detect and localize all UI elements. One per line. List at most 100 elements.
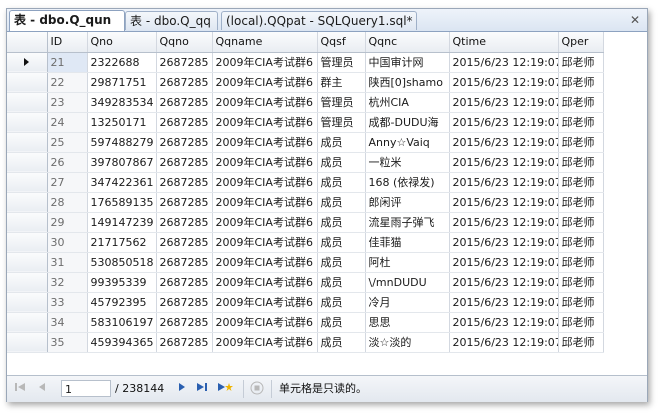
cell-id[interactable]: 23 — [47, 92, 88, 113]
cell-qqno[interactable]: 2687285 — [156, 312, 213, 333]
next-record-icon[interactable] — [175, 381, 189, 397]
cell-qqname[interactable]: 2009年CIA考试群6 — [212, 292, 318, 313]
cell-qqname[interactable]: 2009年CIA考试群6 — [212, 112, 318, 133]
cell-qno[interactable]: 397807867 — [87, 152, 157, 173]
cell-qqnc[interactable]: 郎闲评 — [365, 192, 450, 213]
cell-qno[interactable]: 530850518 — [87, 252, 157, 273]
cell-id[interactable]: 33 — [47, 292, 88, 313]
cell-qqnc[interactable]: 陕西[0]shamo — [365, 72, 450, 93]
cell-qper[interactable]: 邱老师 — [558, 172, 604, 193]
table-row[interactable]: 33 45792395 2687285 2009年CIA考试群6 成员 冷月 2015/6/… — [7, 292, 604, 313]
cell-qqsf[interactable]: 成员 — [317, 172, 366, 193]
cell-qqname[interactable]: 2009年CIA考试群6 — [212, 152, 318, 173]
cell-qtime[interactable]: 2015/6/23 12:19:07 — [449, 152, 559, 173]
cell-qper[interactable]: 邱老师 — [558, 72, 604, 93]
row-selector[interactable] — [7, 72, 48, 93]
row-selector[interactable] — [7, 212, 48, 233]
cell-qper[interactable]: 邱老师 — [558, 212, 604, 233]
cell-qqsf[interactable]: 成员 — [317, 192, 366, 213]
select-all-corner[interactable] — [7, 32, 48, 53]
row-selector[interactable] — [7, 252, 48, 273]
cell-qqno[interactable]: 2687285 — [156, 172, 213, 193]
cell-qqname[interactable]: 2009年CIA考试群6 — [212, 332, 318, 353]
row-selector[interactable] — [7, 292, 48, 313]
cell-qqsf[interactable]: 成员 — [317, 332, 366, 353]
cell-qqname[interactable]: 2009年CIA考试群6 — [212, 132, 318, 153]
cell-qqsf[interactable]: 成员 — [317, 272, 366, 293]
cell-qqname[interactable]: 2009年CIA考试群6 — [212, 312, 318, 333]
cell-id[interactable]: 24 — [47, 112, 88, 133]
column-header-qper[interactable]: Qper — [558, 32, 604, 53]
cell-qno[interactable]: 29871751 — [87, 72, 157, 93]
column-header-qqno[interactable]: Qqno — [156, 32, 213, 53]
cell-qqnc[interactable]: \/mnDUDU — [365, 272, 450, 293]
cell-qqno[interactable]: 2687285 — [156, 232, 213, 253]
cell-qqsf[interactable]: 管理员 — [317, 92, 366, 113]
cell-qtime[interactable]: 2015/6/23 12:19:07 — [449, 312, 559, 333]
cell-qqname[interactable]: 2009年CIA考试群6 — [212, 72, 318, 93]
cell-qqsf[interactable]: 成员 — [317, 292, 366, 313]
cell-qno[interactable]: 99395339 — [87, 272, 157, 293]
cell-qqname[interactable]: 2009年CIA考试群6 — [212, 272, 318, 293]
cell-id[interactable]: 34 — [47, 312, 88, 333]
cell-qqsf[interactable]: 成员 — [317, 232, 366, 253]
cell-qqno[interactable]: 2687285 — [156, 292, 213, 313]
cell-qno[interactable]: 2322688 — [87, 52, 157, 73]
tab-sqlquery1[interactable]: (local).QQpat - SQLQuery1.sql* — [221, 11, 417, 30]
cell-qqnc[interactable]: 思思 — [365, 312, 450, 333]
cell-qqname[interactable]: 2009年CIA考试群6 — [212, 192, 318, 213]
cell-qper[interactable]: 邱老师 — [558, 332, 604, 353]
cell-qqsf[interactable]: 成员 — [317, 312, 366, 333]
cell-qtime[interactable]: 2015/6/23 12:19:07 — [449, 332, 559, 353]
cell-qtime[interactable]: 2015/6/23 12:19:07 — [449, 52, 559, 73]
cell-qper[interactable]: 邱老师 — [558, 52, 604, 73]
cell-id[interactable]: 21 — [47, 52, 88, 73]
cell-qtime[interactable]: 2015/6/23 12:19:07 — [449, 192, 559, 213]
cell-qqnc[interactable]: 佳菲猫 — [365, 232, 450, 253]
column-header-qqsf[interactable]: Qqsf — [317, 32, 366, 53]
cell-qtime[interactable]: 2015/6/23 12:19:07 — [449, 212, 559, 233]
row-selector[interactable] — [7, 332, 48, 353]
row-selector[interactable] — [7, 232, 48, 253]
row-selector[interactable] — [7, 112, 48, 133]
row-selector[interactable] — [7, 152, 48, 173]
cell-qtime[interactable]: 2015/6/23 12:19:07 — [449, 92, 559, 113]
cell-qqsf[interactable]: 管理员 — [317, 52, 366, 73]
row-selector[interactable] — [7, 192, 48, 213]
cell-qqnc[interactable]: 流星雨子弹飞 — [365, 212, 450, 233]
column-header-id[interactable]: ID — [47, 32, 88, 53]
cell-qqname[interactable]: 2009年CIA考试群6 — [212, 212, 318, 233]
last-record-icon[interactable] — [195, 381, 209, 397]
cell-qqsf[interactable]: 成员 — [317, 252, 366, 273]
cell-qqno[interactable]: 2687285 — [156, 92, 213, 113]
cell-qno[interactable]: 597488279 — [87, 132, 157, 153]
cell-qqnc[interactable]: 淡☆淡的 — [365, 332, 450, 353]
table-row[interactable]: 23 349283534 2687285 2009年CIA考试群6 管理员 杭州CIA 20… — [7, 92, 604, 113]
cell-qper[interactable]: 邱老师 — [558, 152, 604, 173]
previous-record-icon[interactable] — [35, 381, 49, 397]
table-row[interactable]: 27 347422361 2687285 2009年CIA考试群6 成员 168 (依禄发… — [7, 172, 604, 193]
table-row[interactable]: 35 459394365 2687285 2009年CIA考试群6 成员 淡☆淡的 2015… — [7, 332, 604, 353]
cell-id[interactable]: 30 — [47, 232, 88, 253]
cell-qtime[interactable]: 2015/6/23 12:19:07 — [449, 172, 559, 193]
row-selector[interactable] — [7, 92, 48, 113]
table-row[interactable]: 25 597488279 2687285 2009年CIA考试群6 成员 Anny☆Vai… — [7, 132, 604, 153]
cell-qtime[interactable]: 2015/6/23 12:19:07 — [449, 112, 559, 133]
row-selector[interactable] — [7, 52, 48, 73]
cell-qqsf[interactable]: 成员 — [317, 152, 366, 173]
cell-qqname[interactable]: 2009年CIA考试群6 — [212, 52, 318, 73]
cell-qno[interactable]: 349283534 — [87, 92, 157, 113]
cell-qqno[interactable]: 2687285 — [156, 192, 213, 213]
cell-qqno[interactable]: 2687285 — [156, 132, 213, 153]
cell-qtime[interactable]: 2015/6/23 12:19:07 — [449, 132, 559, 153]
cell-id[interactable]: 26 — [47, 152, 88, 173]
tab-dbo-q-qq[interactable]: 表 - dbo.Q_qq — [125, 11, 218, 30]
row-selector[interactable] — [7, 272, 48, 293]
cell-qper[interactable]: 邱老师 — [558, 112, 604, 133]
table-row[interactable]: 32 99395339 2687285 2009年CIA考试群6 成员 \/mnDUDU 2… — [7, 272, 604, 293]
row-selector[interactable] — [7, 132, 48, 153]
current-page-input[interactable]: 1 — [61, 380, 111, 397]
cell-qtime[interactable]: 2015/6/23 12:19:07 — [449, 72, 559, 93]
table-row[interactable]: 29 149147239 2687285 2009年CIA考试群6 成员 流星雨子弹飞 20… — [7, 212, 604, 233]
cell-qno[interactable]: 583106197 — [87, 312, 157, 333]
